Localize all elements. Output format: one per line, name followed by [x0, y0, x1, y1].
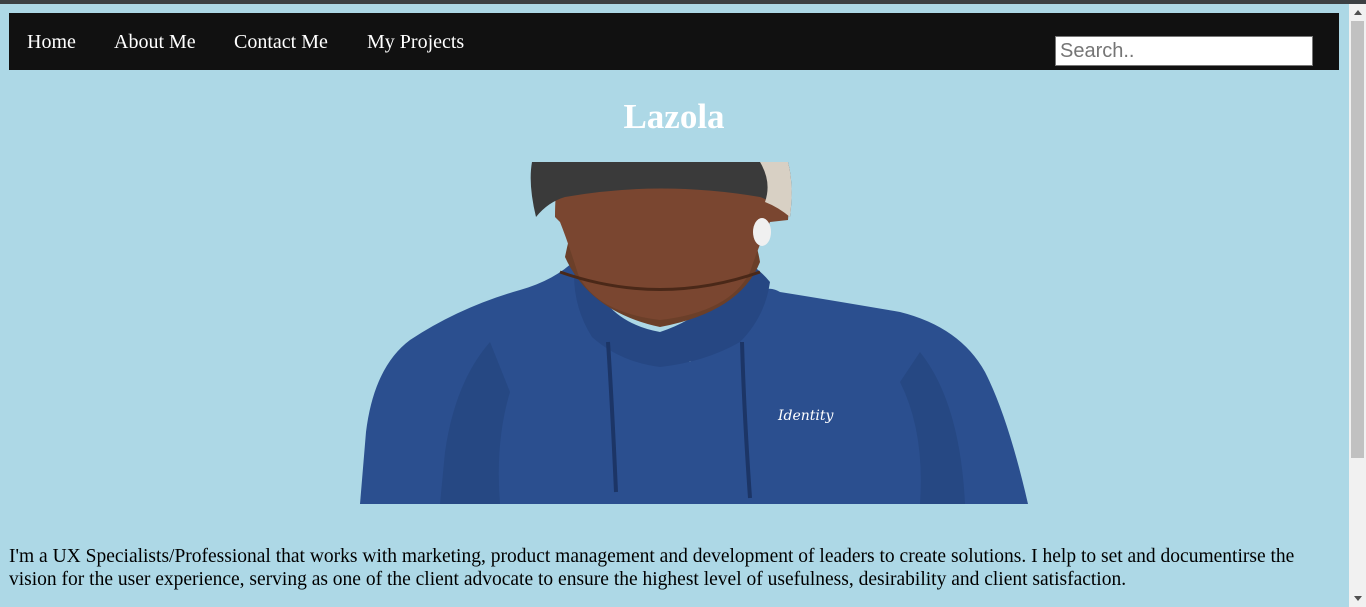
page-content: Home About Me Contact Me My Projects Laz…	[9, 13, 1339, 590]
search-input[interactable]	[1055, 36, 1313, 66]
nav-link-my-projects[interactable]: My Projects	[367, 30, 464, 54]
nav-link-home[interactable]: Home	[27, 30, 76, 54]
profile-photo: Identity	[360, 162, 1028, 504]
top-navigation: Home About Me Contact Me My Projects	[9, 13, 1339, 70]
nav-link-about-me[interactable]: About Me	[114, 30, 196, 54]
vertical-scrollbar[interactable]	[1349, 4, 1366, 607]
scroll-down-arrow-icon[interactable]	[1349, 590, 1366, 607]
hoodie-logo-text: Identity	[777, 408, 835, 424]
scroll-up-arrow-icon[interactable]	[1349, 4, 1366, 21]
scrollbar-thumb[interactable]	[1351, 21, 1364, 458]
bio-paragraph: I'm a UX Specialists/Professional that w…	[9, 546, 1295, 590]
browser-top-border	[0, 0, 1366, 4]
page-title: Lazola	[623, 97, 725, 136]
nav-link-contact-me[interactable]: Contact Me	[234, 30, 328, 54]
